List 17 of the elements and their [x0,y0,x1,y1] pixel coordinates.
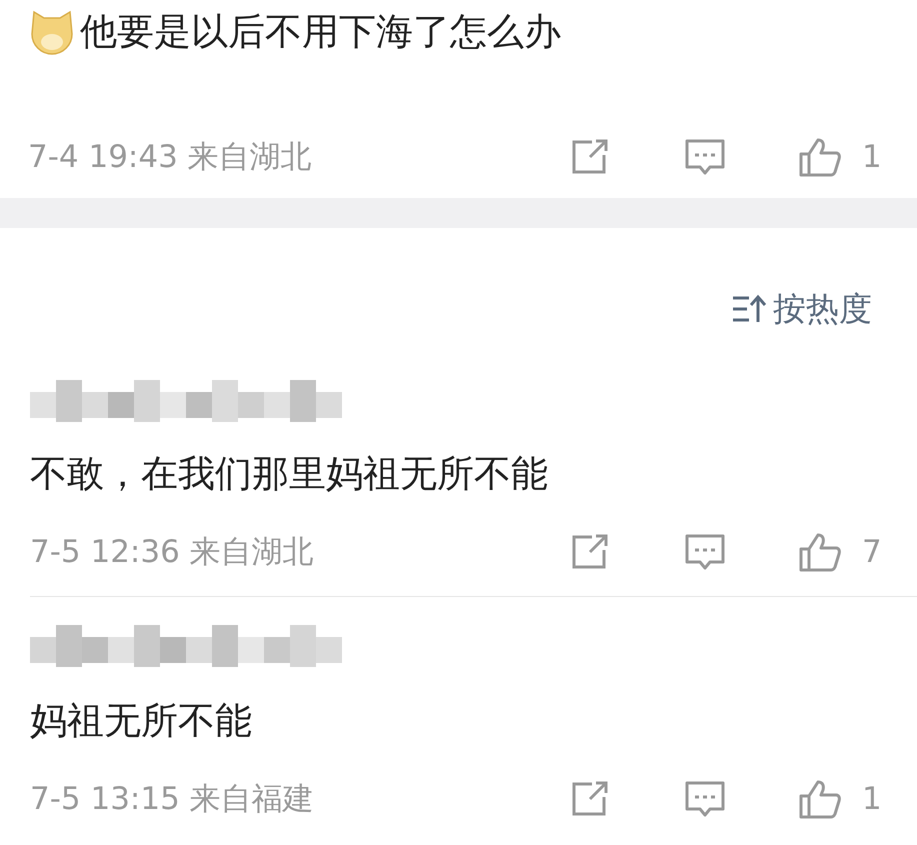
comment-meta: 7-5 13:15 来自福建 [30,780,315,819]
thumbs-up-icon[interactable] [798,532,842,572]
like-count: 1 [862,139,882,175]
sort-icon [731,294,767,324]
like-count: 1 [862,781,882,817]
comment-text: 不敢，在我们那里妈祖无所不能 [30,451,548,497]
comment-meta: 7-4 19:43 来自湖北 [28,138,313,177]
like-count: 7 [862,534,882,570]
comment-icon[interactable] [683,532,727,572]
sort-button[interactable]: 按热度 [731,286,872,332]
comment-meta: 7-5 12:36 来自湖北 [30,533,315,572]
thumbs-up-icon[interactable] [798,137,842,177]
comment-text: 妈祖无所不能 [30,698,252,744]
comment-icon[interactable] [683,779,727,819]
thumbs-up-icon[interactable] [798,779,842,819]
comment-icon[interactable] [683,137,727,177]
comment-text: 他要是以后不用下海了怎么办 [80,9,561,55]
